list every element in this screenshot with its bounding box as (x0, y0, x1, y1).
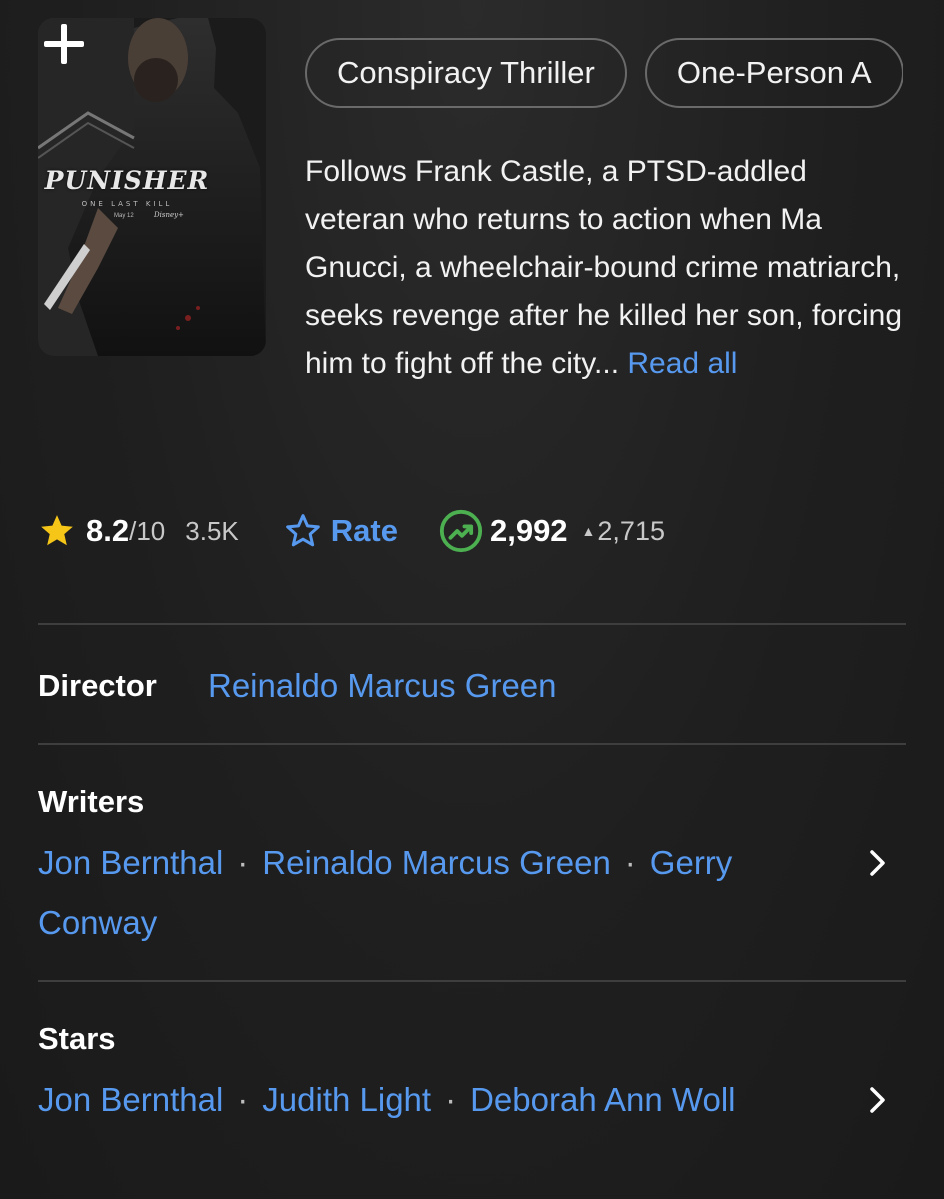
poster-image[interactable]: PUNISHER ONE LAST KILL May 12 Disney+ (38, 18, 266, 356)
poster-brand-logo: Disney+ (154, 211, 184, 219)
vote-count: 3.5K (185, 515, 239, 546)
popularity-change: 2,715 (597, 515, 665, 546)
genre-chips: Conspiracy Thriller One-Person A (305, 38, 903, 110)
popularity-change-icon: ▲ (581, 523, 596, 539)
read-all-link[interactable]: Read all (627, 347, 737, 380)
writer-link[interactable]: Jon Bernthal (38, 844, 223, 881)
rate-label: Rate (330, 513, 398, 548)
star-link[interactable]: Judith Light (262, 1081, 431, 1118)
genre-chip[interactable]: Conspiracy Thriller (305, 38, 627, 108)
chevron-right-icon[interactable] (858, 843, 898, 883)
star-icon (41, 515, 73, 546)
separator-dot: · (237, 1081, 249, 1118)
stars-label: Stars (38, 1021, 116, 1056)
director-name[interactable]: Reinaldo Marcus Green (208, 664, 557, 708)
popularity-rank: 2,992 (489, 513, 568, 548)
poster-title: PUNISHER (44, 166, 210, 195)
writer-link[interactable]: Reinaldo Marcus Green (262, 844, 611, 881)
divider (38, 623, 906, 625)
poster-tagline: ONE LAST KILL (81, 200, 173, 208)
divider (38, 743, 906, 745)
rating-row: 8.2/10 3.5K Rate 2,992 ▲ 2,715 (38, 505, 665, 557)
writers-list: Jon Bernthal · Reinaldo Marcus Green · Gerry… (38, 833, 828, 953)
plot-summary: Follows Frank Castle, a PTSD-addled vete… (305, 148, 905, 388)
chevron-right-icon[interactable] (858, 1080, 898, 1120)
separator-dot: · (624, 844, 636, 881)
star-link[interactable]: Jon Bernthal (38, 1081, 223, 1118)
star-link[interactable]: Deborah Ann Woll (470, 1081, 735, 1118)
writers-label: Writers (38, 784, 145, 819)
plot-text: Follows Frank Castle, a PTSD-addled vete… (305, 155, 902, 380)
rating-value: 8.2 (86, 513, 130, 548)
divider (38, 980, 906, 982)
separator-dot: · (237, 844, 249, 881)
poster-date: May 12 (114, 213, 134, 219)
trending-up-icon (439, 509, 483, 553)
stars-list: Jon Bernthal · Judith Light · Deborah Ann Wo… (38, 1070, 828, 1130)
rate-button[interactable]: Rate (283, 511, 398, 551)
genre-chip[interactable]: One-Person A (644, 38, 903, 108)
separator-dot: · (445, 1081, 457, 1118)
star-outline-icon (285, 514, 320, 547)
plus-icon[interactable] (38, 18, 90, 70)
rating-scale: /10 (129, 515, 166, 546)
director-label: Director (38, 668, 157, 703)
popularity-meter[interactable]: 2,992 ▲ 2,715 (438, 508, 665, 554)
